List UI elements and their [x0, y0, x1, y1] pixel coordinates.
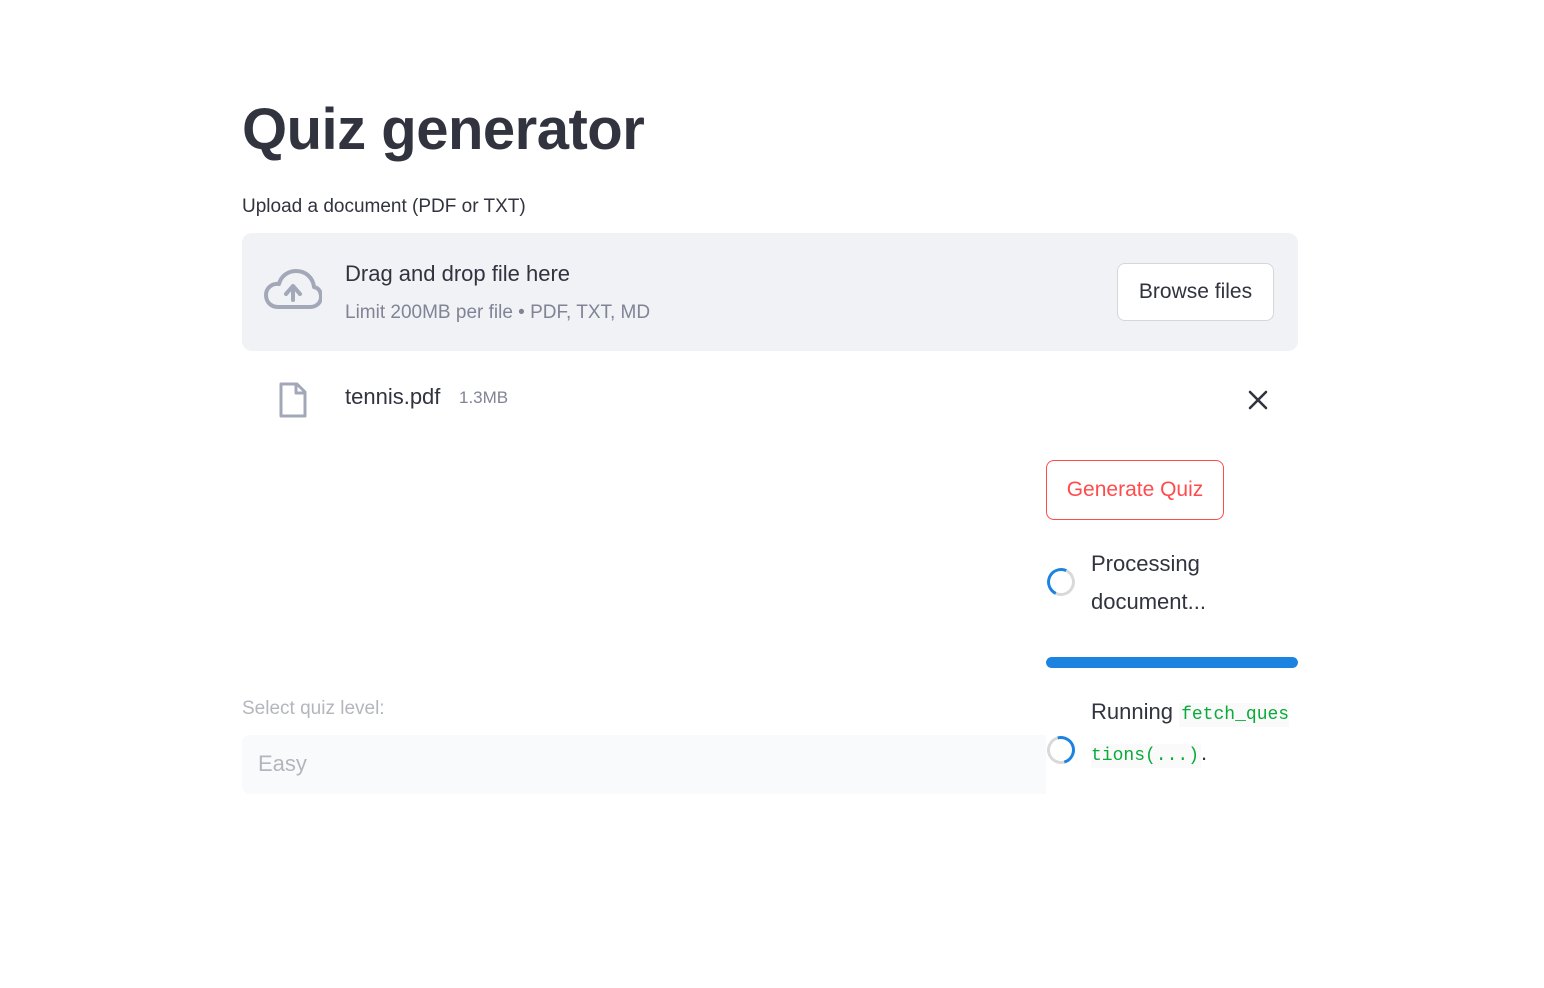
quiz-level-selected-value: Easy — [258, 751, 307, 776]
upload-label: Upload a document (PDF or TXT) — [242, 196, 526, 217]
file-size: 1.3MB — [459, 388, 509, 407]
page-title: Quiz generator — [242, 97, 645, 162]
processing-status: Processing document... — [1091, 551, 1206, 614]
uploaded-file-row: tennis.pdf 1.3MB — [242, 370, 1298, 430]
running-prefix: Running — [1091, 699, 1173, 724]
running-spinner-icon — [1041, 730, 1081, 770]
file-name: tennis.pdf — [345, 384, 441, 409]
app-page: Quiz generator Upload a document (PDF or… — [0, 0, 1544, 988]
generate-quiz-button[interactable]: Generate Quiz — [1046, 460, 1224, 520]
running-status: Running fetch_questions(...). — [1091, 693, 1296, 775]
progress-bar — [1046, 657, 1298, 668]
file-icon — [279, 382, 307, 418]
close-icon[interactable] — [1244, 386, 1272, 414]
progress-bar-fill — [1046, 657, 1298, 668]
file-dropzone[interactable]: Drag and drop file here Limit 200MB per … — [242, 233, 1298, 351]
quiz-level-label: Select quiz level: — [242, 698, 385, 719]
processing-spinner-icon — [1043, 564, 1079, 600]
quiz-level-select[interactable]: Easy — [242, 735, 1046, 794]
dropzone-title: Drag and drop file here — [345, 261, 571, 286]
browse-files-button[interactable]: Browse files — [1117, 263, 1274, 321]
dropzone-limits: Limit 200MB per file • PDF, TXT, MD — [345, 302, 651, 323]
running-suffix: . — [1201, 740, 1208, 765]
cloud-upload-icon — [264, 269, 322, 309]
